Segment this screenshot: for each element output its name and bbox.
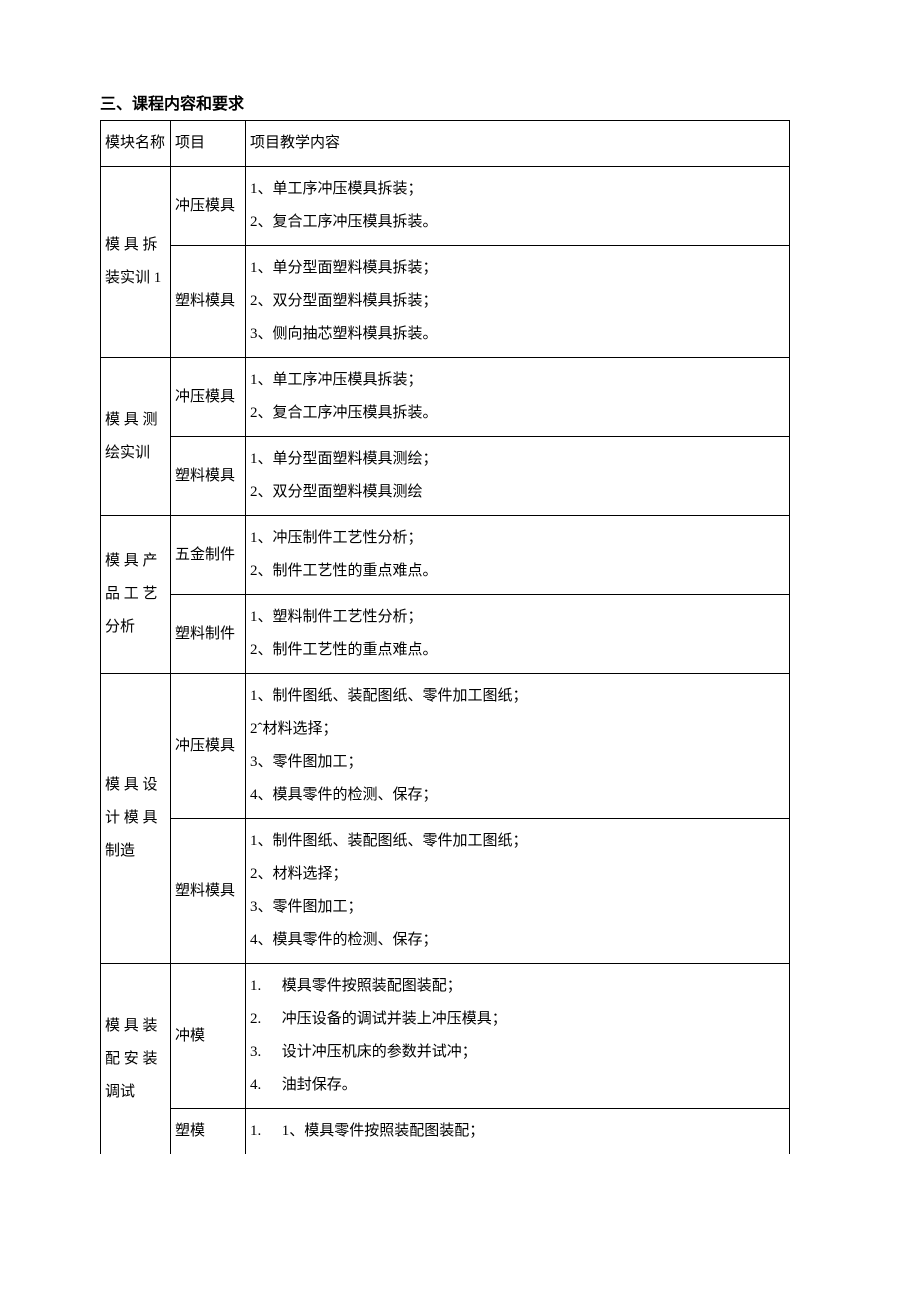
table-body: 模块名称 项目 项目教学内容 模 具 拆装实训 1冲压模具1、单工序冲压模具拆装… [101, 121, 790, 1155]
document-page: 三、课程内容和要求 模块名称 项目 项目教学内容 模 具 拆装实训 1冲压模具1… [0, 0, 920, 1214]
content-line: 4、模具零件的检测、保存； [250, 779, 785, 812]
curriculum-table: 模块名称 项目 项目教学内容 模 具 拆装实训 1冲压模具1、单工序冲压模具拆装… [100, 120, 790, 1154]
content-line: 2. 冲压设备的调试并装上冲压模具； [250, 1003, 785, 1036]
table-row: 塑料制件1、塑料制件工艺性分析；2、制件工艺性的重点难点。 [101, 595, 790, 674]
content-line: 2、制件工艺性的重点难点。 [250, 555, 785, 588]
content-line: 3、侧向抽芯塑料模具拆装。 [250, 318, 785, 351]
list-number: 1. [250, 1115, 278, 1148]
item-cell: 塑模 [171, 1109, 246, 1155]
content-line: 2ˆ材料选择； [250, 713, 785, 746]
table-row: 模 具 测绘实训冲压模具1、单工序冲压模具拆装；2、复合工序冲压模具拆装。 [101, 358, 790, 437]
header-module: 模块名称 [101, 121, 171, 167]
list-number: 1. [250, 970, 278, 1003]
content-line: 1、冲压制件工艺性分析； [250, 522, 785, 555]
content-line: 2、复合工序冲压模具拆装。 [250, 397, 785, 430]
content-line: 1、制件图纸、装配图纸、零件加工图纸； [250, 825, 785, 858]
content-cell: 1、制件图纸、装配图纸、零件加工图纸；2ˆ材料选择；3、零件图加工；4、模具零件… [246, 674, 790, 819]
content-cell: 1、制件图纸、装配图纸、零件加工图纸；2、材料选择；3、零件图加工；4、模具零件… [246, 819, 790, 964]
content-cell: 1. 模具零件按照装配图装配；2. 冲压设备的调试并装上冲压模具；3. 设计冲压… [246, 964, 790, 1109]
item-cell: 塑料模具 [171, 437, 246, 516]
content-cell: 1、单分型面塑料模具测绘；2、双分型面塑料模具测绘 [246, 437, 790, 516]
module-cell: 模 具 产品 工 艺分析 [101, 516, 171, 674]
table-row: 塑料模具1、单分型面塑料模具拆装；2、双分型面塑料模具拆装；3、侧向抽芯塑料模具… [101, 246, 790, 358]
content-cell: 1、塑料制件工艺性分析；2、制件工艺性的重点难点。 [246, 595, 790, 674]
section-title: 三、课程内容和要求 [100, 90, 820, 114]
list-text: 冲压设备的调试并装上冲压模具； [278, 1011, 507, 1027]
content-line: 1、单工序冲压模具拆装； [250, 173, 785, 206]
content-line: 1、制件图纸、装配图纸、零件加工图纸； [250, 680, 785, 713]
content-line: 3、零件图加工； [250, 891, 785, 924]
item-cell: 冲模 [171, 964, 246, 1109]
content-line: 2、制件工艺性的重点难点。 [250, 634, 785, 667]
item-cell: 塑料模具 [171, 819, 246, 964]
content-line: 2、双分型面塑料模具测绘 [250, 476, 785, 509]
list-number: 3. [250, 1036, 278, 1069]
content-line: 1、单分型面塑料模具拆装； [250, 252, 785, 285]
content-cell: 1、单工序冲压模具拆装；2、复合工序冲压模具拆装。 [246, 167, 790, 246]
item-cell: 塑料模具 [171, 246, 246, 358]
item-cell: 冲压模具 [171, 167, 246, 246]
list-text: 模具零件按照装配图装配； [278, 978, 462, 994]
module-cell: 模 具 拆装实训 1 [101, 167, 171, 358]
content-line: 2、双分型面塑料模具拆装； [250, 285, 785, 318]
content-line: 1. 1、模具零件按照装配图装配； [250, 1115, 785, 1148]
table-row: 模 具 产品 工 艺分析五金制件1、冲压制件工艺性分析；2、制件工艺性的重点难点… [101, 516, 790, 595]
table-row: 塑料模具1、单分型面塑料模具测绘；2、双分型面塑料模具测绘 [101, 437, 790, 516]
table-header-row: 模块名称 项目 项目教学内容 [101, 121, 790, 167]
item-cell: 冲压模具 [171, 358, 246, 437]
content-line: 2、复合工序冲压模具拆装。 [250, 206, 785, 239]
list-text: 1、模具零件按照装配图装配； [278, 1123, 484, 1139]
item-cell: 冲压模具 [171, 674, 246, 819]
table-row: 模 具 装配 安 装调试冲模1. 模具零件按照装配图装配；2. 冲压设备的调试并… [101, 964, 790, 1109]
content-cell: 1、单分型面塑料模具拆装；2、双分型面塑料模具拆装；3、侧向抽芯塑料模具拆装。 [246, 246, 790, 358]
table-row: 模 具 设计 模 具制造冲压模具1、制件图纸、装配图纸、零件加工图纸；2ˆ材料选… [101, 674, 790, 819]
content-line: 4. 油封保存。 [250, 1069, 785, 1102]
list-text: 设计冲压机床的参数并试冲； [278, 1044, 477, 1060]
item-cell: 五金制件 [171, 516, 246, 595]
content-line: 4、模具零件的检测、保存； [250, 924, 785, 957]
content-line: 1. 模具零件按照装配图装配； [250, 970, 785, 1003]
content-line: 1、单工序冲压模具拆装； [250, 364, 785, 397]
content-cell: 1、单工序冲压模具拆装；2、复合工序冲压模具拆装。 [246, 358, 790, 437]
header-item: 项目 [171, 121, 246, 167]
content-cell: 1. 1、模具零件按照装配图装配； [246, 1109, 790, 1155]
content-line: 1、单分型面塑料模具测绘； [250, 443, 785, 476]
list-number: 2. [250, 1003, 278, 1036]
content-line: 3. 设计冲压机床的参数并试冲； [250, 1036, 785, 1069]
table-row: 模 具 拆装实训 1冲压模具1、单工序冲压模具拆装；2、复合工序冲压模具拆装。 [101, 167, 790, 246]
list-number: 4. [250, 1069, 278, 1102]
content-cell: 1、冲压制件工艺性分析；2、制件工艺性的重点难点。 [246, 516, 790, 595]
content-line: 1、塑料制件工艺性分析； [250, 601, 785, 634]
table-row: 塑料模具1、制件图纸、装配图纸、零件加工图纸；2、材料选择；3、零件图加工；4、… [101, 819, 790, 964]
module-cell: 模 具 装配 安 装调试 [101, 964, 171, 1155]
table-row: 塑模1. 1、模具零件按照装配图装配； [101, 1109, 790, 1155]
item-cell: 塑料制件 [171, 595, 246, 674]
module-cell: 模 具 测绘实训 [101, 358, 171, 516]
header-content: 项目教学内容 [246, 121, 790, 167]
module-cell: 模 具 设计 模 具制造 [101, 674, 171, 964]
content-line: 2、材料选择； [250, 858, 785, 891]
content-line: 3、零件图加工； [250, 746, 785, 779]
list-text: 油封保存。 [278, 1077, 357, 1093]
